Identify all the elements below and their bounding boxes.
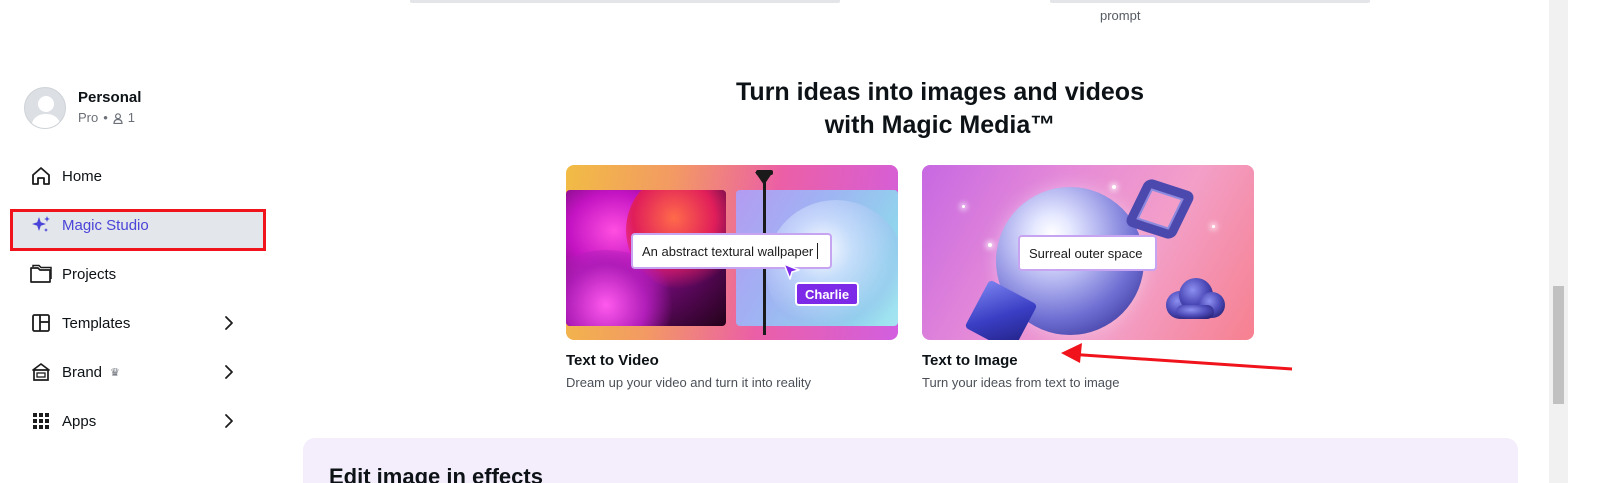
account-meta: Pro • 1: [78, 108, 141, 128]
sparkle-dot: [1112, 185, 1116, 189]
sidebar-item-apps[interactable]: Apps: [28, 401, 248, 441]
section-headline: Turn ideas into images and videos with M…: [660, 76, 1220, 142]
account-switcher[interactable]: Personal Pro • 1: [24, 87, 141, 129]
card-description: Turn your ideas from text to image: [922, 375, 1120, 390]
sidebar-item-brand[interactable]: Brand ♛: [28, 352, 248, 392]
account-plan: Pro: [78, 110, 99, 125]
sidebar-item-label: Templates: [62, 314, 131, 332]
sidebar-item-templates[interactable]: Templates: [28, 303, 248, 343]
sidebar-item-projects[interactable]: Projects: [28, 254, 248, 294]
sparkle-dot: [962, 205, 965, 208]
prompt-text-box: Surreal outer space: [1018, 235, 1157, 271]
annotation-arrow-icon: [1061, 343, 1293, 371]
sparkle-icon: [28, 212, 54, 238]
sidebar: Personal Pro • 1 Home Magic Studio Proje…: [0, 0, 300, 483]
chevron-right-icon[interactable]: [224, 364, 234, 380]
prompt-text: Surreal outer space: [1029, 245, 1143, 261]
cursor-pointer-icon: [783, 263, 800, 280]
top-cutoff-text: [1050, 0, 1370, 3]
page-scrollbar[interactable]: [1549, 0, 1568, 483]
templates-icon: [28, 310, 54, 336]
home-icon: [28, 163, 54, 189]
sidebar-item-label: Home: [62, 167, 103, 185]
next-section-title: Edit image in effects: [329, 464, 543, 483]
sidebar-item-label: Apps: [62, 412, 97, 430]
sidebar-item-home[interactable]: Home: [28, 156, 248, 196]
apps-grid-icon: [28, 408, 54, 434]
chevron-right-icon[interactable]: [224, 413, 234, 429]
text-to-image-preview[interactable]: Surreal outer space: [922, 165, 1254, 340]
text-caret: [817, 243, 819, 259]
headline-line-2: with Magic Media™: [824, 111, 1056, 139]
sidebar-item-label: Projects: [62, 265, 117, 283]
sidebar-item-label: Magic Studio: [62, 216, 149, 234]
sparkle-dot: [988, 243, 992, 247]
slider-handle-tip: [755, 172, 773, 185]
sidebar-item-magic-studio[interactable]: Magic Studio: [28, 205, 248, 245]
top-fragment-text: prompt: [1100, 8, 1141, 23]
text-to-video-card[interactable]: An abstract textural wallpaper Charlie T…: [566, 165, 898, 391]
folder-icon: [28, 261, 54, 287]
card-description: Dream up your video and turn it into rea…: [566, 375, 811, 390]
sidebar-item-label: Brand: [62, 363, 103, 381]
chevron-right-icon[interactable]: [224, 315, 234, 331]
scrollbar-thumb[interactable]: [1553, 286, 1564, 404]
prompt-text: An abstract textural wallpaper: [642, 243, 814, 259]
space-cloud-shape: [1166, 278, 1225, 319]
next-section-card: Edit image in effects: [303, 438, 1518, 483]
crown-icon: ♛: [110, 366, 120, 379]
headline-line-1: Turn ideas into images and videos: [736, 78, 1144, 106]
brand-icon: [28, 359, 54, 385]
person-icon: [113, 113, 123, 124]
collaborator-tag: Charlie: [795, 282, 860, 306]
text-to-video-preview[interactable]: An abstract textural wallpaper Charlie: [566, 165, 898, 340]
top-cutoff-text: [410, 0, 840, 3]
account-name: Personal: [78, 89, 142, 106]
meta-separator: •: [103, 110, 108, 125]
sparkle-dot: [1212, 225, 1215, 228]
avatar: [24, 87, 66, 129]
account-member-count: 1: [127, 110, 136, 125]
card-title: Text to Video: [566, 352, 659, 369]
